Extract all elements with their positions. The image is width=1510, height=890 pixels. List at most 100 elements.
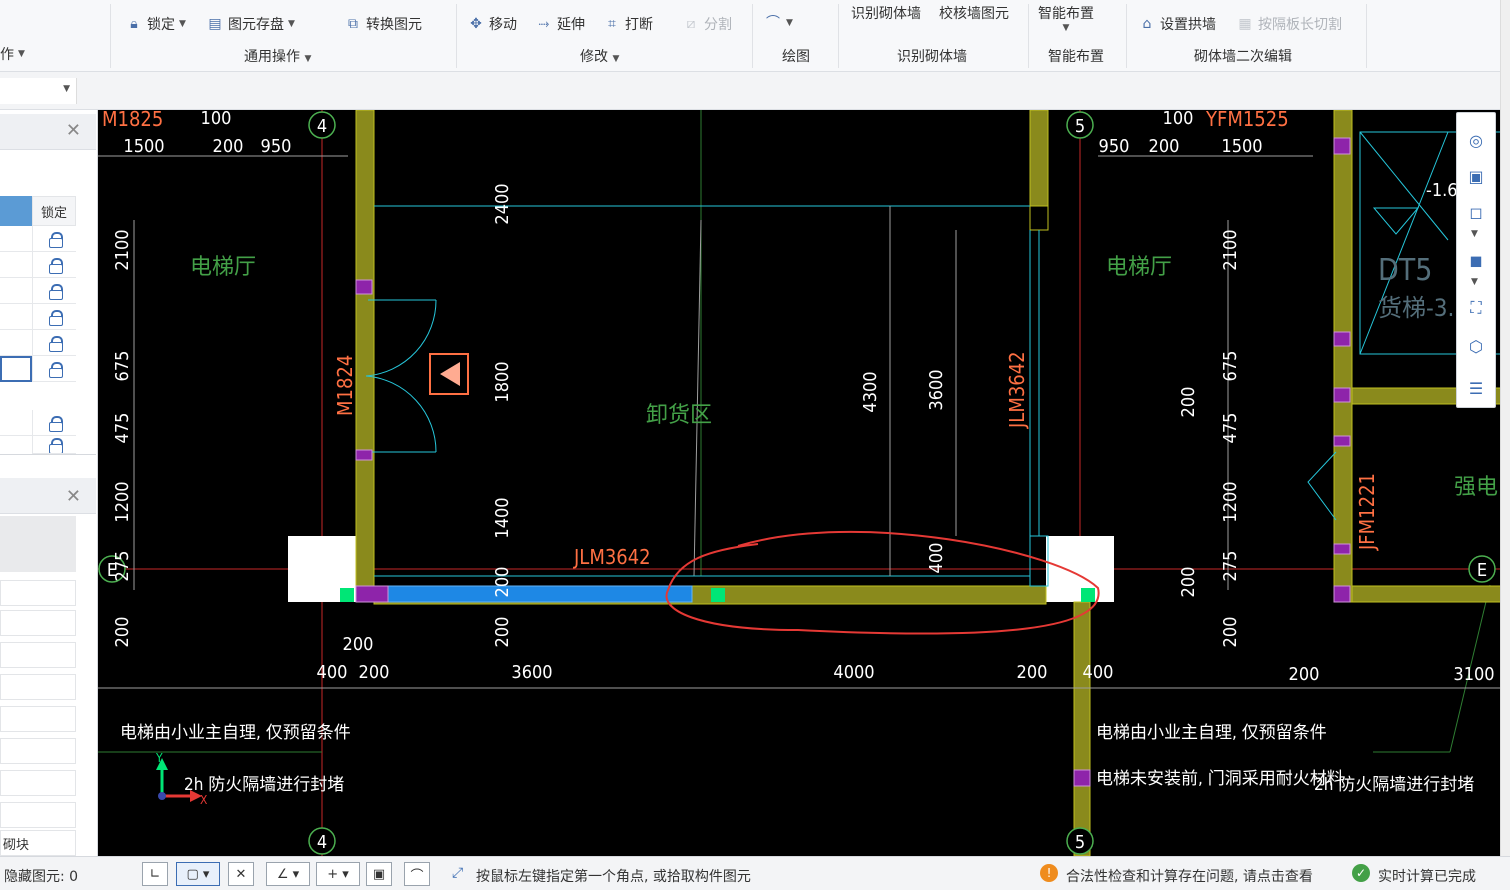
dim-vert-right: 3600	[926, 369, 947, 410]
property-row[interactable]	[0, 802, 76, 828]
rect-select-button[interactable]: ▢ ▾	[176, 862, 220, 886]
property-row[interactable]	[0, 770, 76, 796]
group-modify[interactable]: 修改 ▼	[580, 46, 619, 66]
move-button[interactable]: ✥ 移动	[467, 14, 517, 34]
hidden-elements-count: 隐藏图元: 0	[4, 869, 79, 885]
drawing-canvas[interactable]: 4 5 4 5 E E M1825 YFM1525 JLM3642 M1824 …	[98, 110, 1510, 856]
table-row-lock[interactable]	[32, 410, 76, 436]
left-panel: ✕ 锁定 ✕ 砌块 ‹	[0, 110, 120, 856]
table-row[interactable]	[0, 252, 32, 278]
layer-box-icon[interactable]: ⬡	[1463, 333, 1489, 359]
cross-select-button[interactable]: ✕	[228, 862, 254, 886]
cut-icon: ▦	[1238, 16, 1252, 32]
arc-draw-button[interactable]: ⌒ ▼	[764, 14, 793, 32]
split-button[interactable]: ⧄ 分割	[682, 14, 732, 34]
check-wall-button[interactable]: 校核墙图元	[939, 3, 1009, 23]
smart-layout-button[interactable]: 智能布置 ▼	[1038, 3, 1094, 33]
identify-wall-button[interactable]: 识别砌体墙	[851, 3, 921, 23]
dim-vert-left: 675	[112, 351, 133, 382]
ribbon-toolbar: 作 ▼ 🔒︎ 锁定 ▼ ▤ 图元存盘 ▼ ⧉ 转换图元 通用操作 ▼ ✥ 移动 ⤑ 延伸 ⌗ 打断…	[0, 0, 1510, 72]
property-list-icon[interactable]: ☰	[1463, 375, 1489, 401]
property-row-block[interactable]: 砌块	[0, 830, 76, 856]
axis-label-e-right: E	[1477, 560, 1487, 581]
note-text: 2h 防火隔墙进行封堵	[184, 775, 344, 795]
property-row[interactable]	[0, 706, 76, 732]
table-row[interactable]	[0, 226, 32, 252]
property-row[interactable]	[0, 610, 76, 636]
extend-icon: ⤑	[538, 16, 550, 32]
dim-top: 950	[261, 136, 292, 157]
fullscreen-icon[interactable]: ⛶	[1463, 295, 1489, 321]
lock-button[interactable]: 🔒︎ 锁定 ▼	[125, 14, 186, 34]
table-row[interactable]	[0, 278, 32, 304]
dim-vert-far-right: 275	[1220, 551, 1241, 582]
angle-button[interactable]: ∠ ▾	[266, 862, 310, 886]
table-row-lock[interactable]	[32, 252, 76, 278]
table-row-lock[interactable]	[32, 356, 76, 382]
ribbon-partial-label[interactable]: 作 ▼	[0, 44, 25, 64]
group-smart-layout: 智能布置	[1048, 49, 1104, 65]
room-label-freight: 货梯-3.	[1378, 294, 1454, 322]
snap-button[interactable]: + ▾	[316, 862, 360, 886]
chevron-down-icon[interactable]: ▼	[1471, 229, 1478, 239]
group-common-ops[interactable]: 通用操作 ▼	[244, 46, 311, 66]
note-text: 2h 防火隔墙进行封堵	[1314, 775, 1474, 795]
table-row-lock[interactable]	[32, 226, 76, 252]
close-icon[interactable]: ✕	[66, 120, 81, 141]
dim-vert-right: 4300	[860, 371, 881, 412]
column-header-selected[interactable]	[0, 196, 32, 226]
ortho-button[interactable]: ∟	[142, 862, 168, 886]
table-row[interactable]	[0, 410, 32, 436]
door-label-jfm1221: JFM1221	[1355, 473, 1379, 551]
note-text: 电梯由小业主自理, 仅预留条件	[120, 723, 351, 743]
validation-warning-link[interactable]: 合法性检查和计算存在问题, 请点击查看	[1066, 866, 1313, 886]
convert-icon: ⧉	[348, 16, 358, 32]
door-label-m1824: M1824	[333, 355, 357, 416]
curve-button[interactable]: ⌒	[404, 862, 430, 886]
vertical-scrollbar[interactable]	[1500, 0, 1510, 856]
property-row[interactable]	[0, 674, 76, 700]
property-row[interactable]	[0, 580, 76, 606]
extend-button[interactable]: ⤑ 延伸	[535, 14, 585, 34]
rotate-view-icon[interactable]: ◎	[1463, 127, 1489, 153]
dim-vert-far-right: 675	[1220, 351, 1241, 382]
cube-view-icon[interactable]: ◻	[1463, 199, 1489, 225]
chevron-down-icon[interactable]: ▼	[1471, 277, 1478, 287]
dim-vert-mid: 200	[492, 567, 513, 598]
room-label-loading-area: 卸货区	[646, 403, 712, 428]
cube-solid-icon[interactable]: ◼	[1463, 247, 1489, 273]
warning-icon[interactable]: !	[1040, 864, 1058, 882]
table-row[interactable]	[0, 304, 32, 330]
dim-top: 100	[1163, 110, 1194, 129]
table-row-lock[interactable]	[32, 436, 76, 454]
view-3d-icon[interactable]: ▣	[1463, 163, 1489, 189]
display-button[interactable]: ▣	[366, 862, 392, 886]
dim-vert-left: 2100	[112, 229, 133, 270]
dim-vert-far-right: 1200	[1220, 481, 1241, 522]
property-row[interactable]	[0, 738, 76, 764]
set-arch-wall-button[interactable]: ⌂ 设置拱墙	[1138, 14, 1216, 34]
table-row-selected[interactable]	[0, 356, 32, 382]
cut-by-board-button[interactable]: ▦ 按隔板长切割	[1236, 14, 1342, 34]
close-icon[interactable]: ✕	[66, 486, 81, 507]
element-save-button[interactable]: ▤ 图元存盘 ▼	[206, 14, 295, 34]
prompt-arrow-icon: ⤢	[452, 865, 464, 881]
group-wall-edit: 砌体墙二次编辑	[1194, 49, 1292, 65]
door-label-yfm1525: YFM1525	[1205, 110, 1289, 131]
dim-top: 200	[213, 136, 244, 157]
group-draw: 绘图	[782, 49, 810, 65]
axis-label-top-4: 4	[317, 116, 327, 137]
panel-header	[0, 114, 96, 150]
lock-icon	[48, 257, 63, 274]
layer-select[interactable]: ▼	[0, 78, 77, 104]
convert-element-button[interactable]: ⧉ 转换图元	[344, 14, 422, 34]
table-row-lock[interactable]	[32, 304, 76, 330]
dim-bottom: 400	[1083, 662, 1114, 683]
table-row[interactable]	[0, 330, 32, 356]
table-row-lock[interactable]	[32, 330, 76, 356]
table-row-lock[interactable]	[32, 278, 76, 304]
annotation-ellipse	[665, 531, 1100, 635]
break-button[interactable]: ⌗ 打断	[603, 14, 653, 34]
property-row[interactable]	[0, 642, 76, 668]
dim-top: 1500	[1221, 136, 1262, 157]
